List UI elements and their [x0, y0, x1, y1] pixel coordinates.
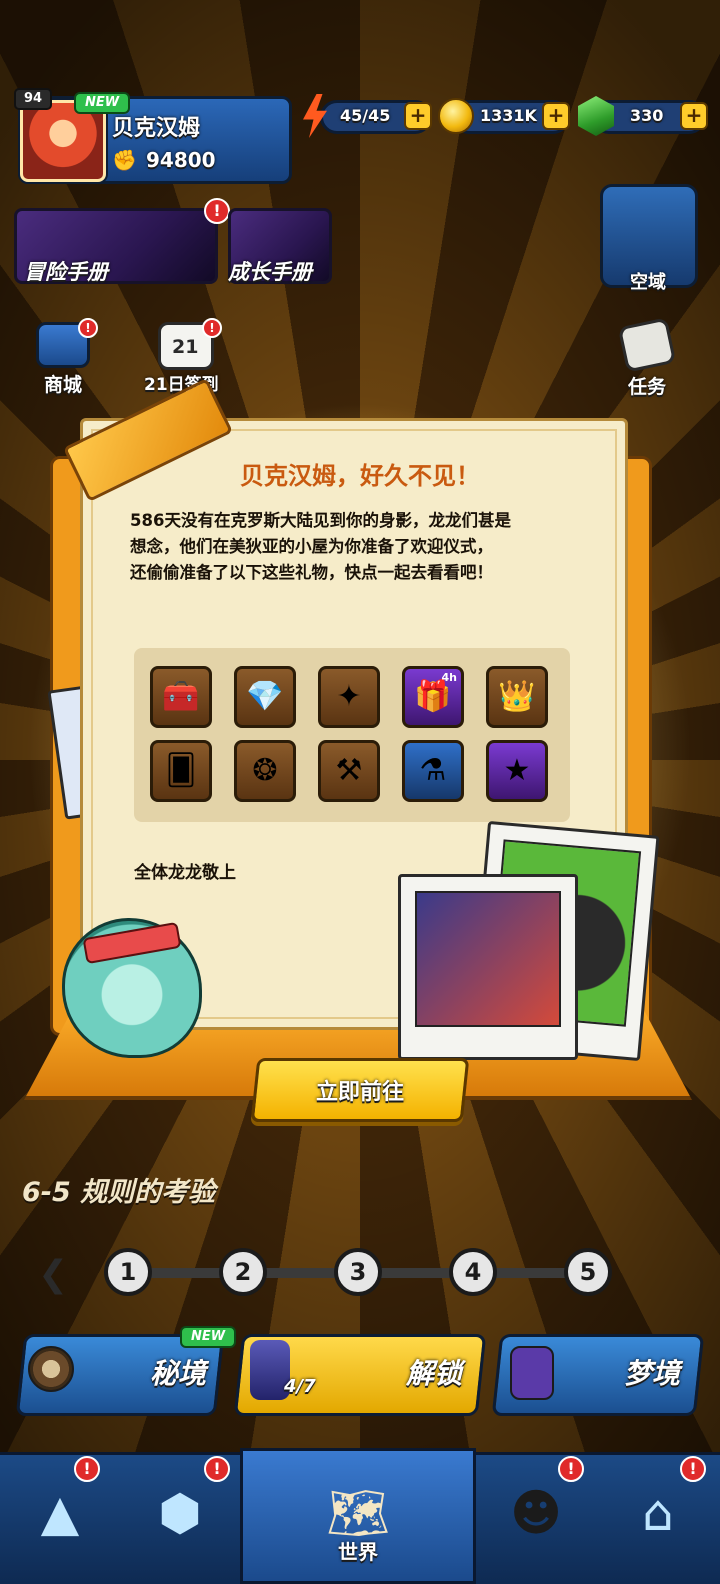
crown-card-icon: 👑	[498, 679, 536, 714]
green-gems-icon: 💎	[246, 679, 284, 714]
character-group-icon: ☻	[509, 1484, 563, 1542]
adventure-manual-alert-icon: !	[204, 198, 230, 224]
nav-heroes-alert-icon: !	[74, 1456, 100, 1482]
crystal-dragon-icon: ▲	[40, 1484, 80, 1542]
chevron-left-icon[interactable]: ❮	[38, 1254, 68, 1295]
reward-slot[interactable]: 🧰	[150, 666, 212, 728]
upgrade-shield-icon: ⬢	[158, 1484, 202, 1542]
nav-social-alert-icon: !	[558, 1456, 584, 1482]
reward-slot[interactable]: ⚒	[318, 740, 380, 802]
adventure-manual-label: 冒险手册	[24, 260, 108, 284]
treasure-chest-icon: 🧰	[162, 679, 200, 714]
guild-house-icon: ⌂	[642, 1484, 674, 1542]
coins-value: 1331K	[480, 106, 537, 125]
shop-label: 商城	[44, 374, 83, 396]
secret-realm-new-badge: NEW	[180, 1326, 236, 1348]
power-icon: ✊	[112, 148, 137, 172]
reward-slot[interactable]: 👑	[486, 666, 548, 728]
level-badge: 94	[14, 88, 52, 110]
nav-world-label: 世界	[338, 1540, 378, 1564]
reward-slot[interactable]: 🂠	[150, 740, 212, 802]
golden-pinecone-icon: ❂	[252, 753, 278, 788]
add-coins-button[interactable]: +	[542, 102, 570, 130]
reward-slot[interactable]: ✦	[318, 666, 380, 728]
stage-node[interactable]: 1	[104, 1248, 152, 1296]
target-icon	[28, 1346, 74, 1392]
stage-node[interactable]: 3	[334, 1248, 382, 1296]
unlock-progress: 4/7	[284, 1376, 316, 1397]
reward-slot[interactable]: 🎁 4h	[402, 666, 464, 728]
reward-slot[interactable]: ❂	[234, 740, 296, 802]
letter-signoff: 全体龙龙敬上	[134, 863, 236, 883]
stage-node[interactable]: 4	[449, 1248, 497, 1296]
hammer-icon: ⚒	[335, 753, 363, 788]
power-value: 94800	[146, 148, 216, 172]
nav-upgrade-alert-icon: !	[204, 1456, 230, 1482]
gems-value: 330	[630, 106, 664, 125]
star-shard-icon: ✦	[336, 679, 362, 714]
tasks-label: 任务	[628, 376, 667, 398]
reward-slot[interactable]: ★	[486, 740, 548, 802]
game-screen: 94 NEW 贝克汉姆 ✊ 94800 45/45 + 1331K + 330 …	[0, 0, 720, 1584]
player-name: 贝克汉姆	[112, 116, 201, 141]
nav-guild-alert-icon: !	[680, 1456, 706, 1482]
popup-title: 贝克汉姆，好久不见！	[240, 462, 480, 490]
gold-star-icon: ★	[503, 753, 531, 788]
add-gems-button[interactable]: +	[680, 102, 708, 130]
signin-alert-icon: !	[202, 318, 222, 338]
potion-icon: ⚗	[419, 753, 447, 788]
coin-icon	[438, 98, 474, 134]
shop-alert-icon: !	[78, 318, 98, 338]
reward-slot[interactable]: ⚗	[402, 740, 464, 802]
skyfield-label: 空域	[630, 272, 666, 293]
calendar-day: 21	[172, 336, 199, 358]
energy-value: 45/45	[340, 106, 391, 125]
popup-message: 586天没有在克罗斯大陆见到你的身影，龙龙们甚是 想念，他们在美狄亚的小屋为你准…	[130, 511, 511, 582]
reward-slot[interactable]: 💎	[234, 666, 296, 728]
world-map-icon: 🗺	[326, 1484, 390, 1542]
skin-card-icon: 🂠	[165, 753, 197, 788]
growth-manual-label: 成长手册	[228, 260, 312, 284]
stage-node[interactable]: 5	[564, 1248, 612, 1296]
photo-characters	[398, 874, 578, 1060]
unlock-label: 解锁	[406, 1357, 463, 1390]
stage-node[interactable]: 2	[219, 1248, 267, 1296]
add-energy-button[interactable]: +	[404, 102, 432, 130]
go-now-label: 立即前往	[315, 1080, 404, 1105]
dream-card-icon	[510, 1346, 554, 1400]
secret-realm-label: 秘境	[150, 1357, 207, 1390]
stage-title: 6-5 规则的考验	[22, 1177, 216, 1208]
dreamland-label: 梦境	[624, 1357, 681, 1390]
reward-timer: 4h	[441, 671, 458, 684]
